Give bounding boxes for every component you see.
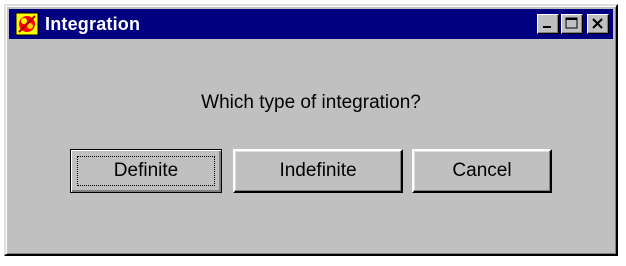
- window-controls: [535, 14, 609, 34]
- close-icon: [592, 18, 603, 29]
- minimize-icon: [543, 26, 551, 28]
- title-bar[interactable]: Integration: [9, 9, 613, 39]
- app-icon[interactable]: [15, 12, 39, 36]
- minimize-button[interactable]: [537, 14, 559, 34]
- window-title: Integration: [45, 13, 141, 34]
- indefinite-button-label: Indefinite: [279, 160, 357, 181]
- cancel-button[interactable]: Cancel: [412, 149, 552, 193]
- definite-button[interactable]: Definite: [70, 149, 222, 193]
- definite-button-label: Definite: [113, 160, 179, 181]
- prompt-text: Which type of integration?: [201, 92, 421, 113]
- maximize-icon: [565, 17, 578, 29]
- cancel-button-label: Cancel: [452, 160, 512, 181]
- integration-dialog-window: Integration Which type of integration? D…: [4, 4, 618, 256]
- close-button[interactable]: [587, 14, 609, 34]
- maximize-button[interactable]: [561, 14, 583, 34]
- indefinite-button[interactable]: Indefinite: [233, 149, 403, 193]
